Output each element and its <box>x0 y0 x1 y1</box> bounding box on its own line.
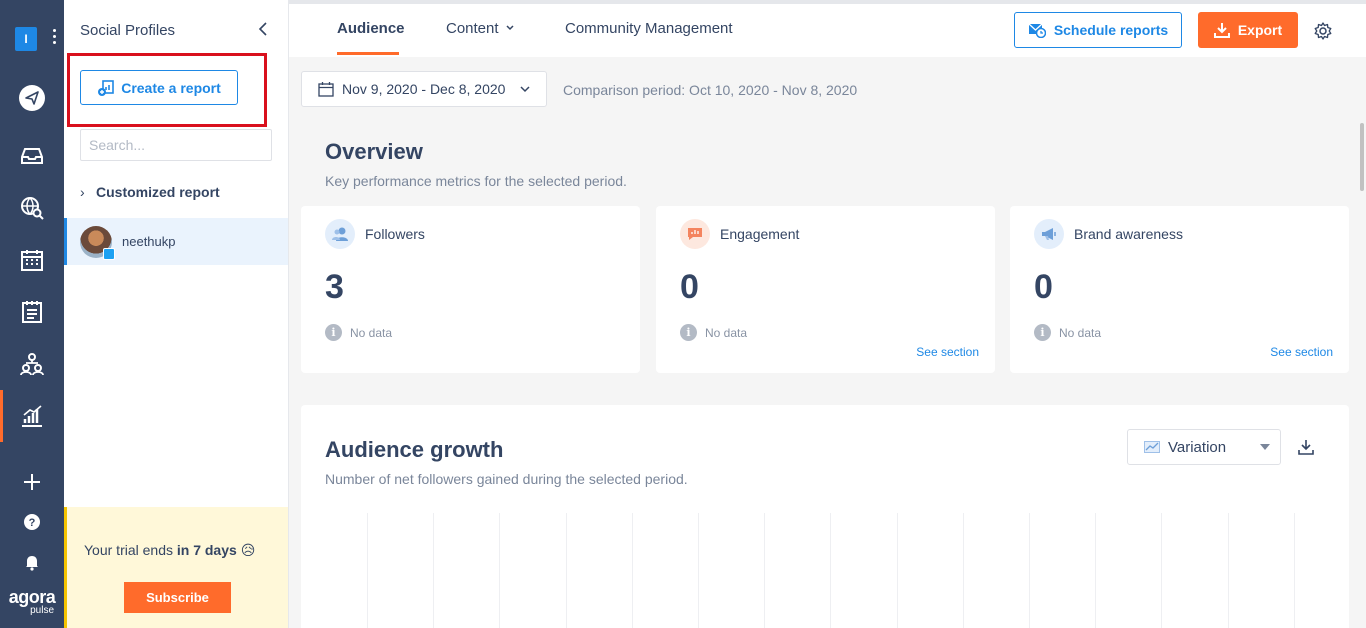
brand-awareness-label: Brand awareness <box>1074 226 1183 242</box>
download-chart-icon[interactable] <box>1297 438 1315 456</box>
chart-gridline <box>1029 513 1030 628</box>
sidebar-title: Social Profiles <box>80 22 176 39</box>
inbox-icon[interactable] <box>0 136 64 176</box>
area-chart-icon <box>1144 441 1160 453</box>
variation-value: Variation <box>1168 438 1227 456</box>
help-icon[interactable]: ? <box>0 502 64 542</box>
engagement-no-data: i No data <box>680 324 747 341</box>
workspace-menu-icon[interactable] <box>53 29 57 45</box>
twitter-icon <box>103 247 115 260</box>
subscribe-button[interactable]: Subscribe <box>124 582 231 613</box>
create-report-button[interactable]: Create a report <box>80 70 238 105</box>
calendar-icon[interactable] <box>0 240 64 280</box>
chevron-down-icon <box>506 25 514 31</box>
report-add-icon <box>98 79 115 96</box>
customized-report-toggle[interactable]: › Customized report <box>80 184 220 200</box>
chevron-right-icon: › <box>80 184 85 200</box>
chart-gridline <box>499 513 501 628</box>
chart-gridline <box>433 513 435 628</box>
scrollbar-thumb[interactable] <box>1360 123 1364 191</box>
paper-plane-icon[interactable] <box>0 78 64 118</box>
chart-gridline <box>1095 513 1097 628</box>
tab-audience[interactable]: Audience <box>337 20 405 37</box>
users-icon <box>325 219 355 249</box>
bell-icon[interactable] <box>0 542 64 582</box>
engagement-value: 0 <box>680 268 699 306</box>
globe-search-icon[interactable] <box>0 188 64 228</box>
followers-label: Followers <box>365 226 425 242</box>
calendar-icon <box>318 82 334 97</box>
report-main-area: Nov 9, 2020 - Dec 8, 2020 Comparison per… <box>289 57 1366 628</box>
overview-title: Overview <box>325 139 423 164</box>
profile-search-input[interactable]: Search... <box>80 129 272 161</box>
brand-awareness-no-data: i No data <box>1034 324 1101 341</box>
chart-gridline <box>631 513 633 628</box>
trial-banner: Your trial ends in 7 days 😥 Subscribe <box>64 507 288 628</box>
chart-gridline <box>1161 513 1163 628</box>
workspace-badge[interactable]: I <box>15 27 37 51</box>
chart-gridline <box>896 513 898 628</box>
engagement-label: Engagement <box>720 226 800 242</box>
scrollbar[interactable] <box>1356 57 1366 628</box>
main-nav-rail: I ? agora pulse <box>0 0 64 628</box>
chart-gridline <box>367 513 368 628</box>
schedule-mail-icon <box>1028 23 1046 38</box>
svg-text:?: ? <box>29 517 36 529</box>
tab-content[interactable]: Content <box>446 20 515 37</box>
audience-growth-subtitle: Number of net followers gained during th… <box>325 471 688 487</box>
reports-chart-icon[interactable] <box>0 396 64 436</box>
date-range-value: Nov 9, 2020 - Dec 8, 2020 <box>342 81 506 97</box>
engagement-card: Engagement 0 i No data See section <box>656 206 995 373</box>
brand-awareness-value: 0 <box>1034 268 1053 306</box>
audience-growth-panel: Audience growth Number of net followers … <box>301 405 1349 628</box>
customized-report-label: Customized report <box>96 184 220 200</box>
chart-gridline <box>962 513 964 628</box>
followers-card: Followers 3 i No data <box>301 206 640 373</box>
profile-name: neethukp <box>122 234 176 249</box>
audience-growth-title: Audience growth <box>325 437 504 462</box>
avatar <box>80 225 115 260</box>
comparison-period: Comparison period: Oct 10, 2020 - Nov 8,… <box>563 82 858 98</box>
info-icon: i <box>325 324 342 341</box>
chat-bubble-icon <box>680 219 710 249</box>
audience-growth-chart-grid <box>367 513 1297 628</box>
info-icon: i <box>680 324 697 341</box>
engagement-see-section-link[interactable]: See section <box>916 345 979 359</box>
brand-awareness-see-section-link[interactable]: See section <box>1270 345 1333 359</box>
agorapulse-logo: agora pulse <box>8 587 56 616</box>
download-icon <box>1213 23 1230 38</box>
notes-icon[interactable] <box>0 292 64 332</box>
active-tab-indicator <box>337 52 399 55</box>
chart-gridline <box>1293 513 1295 628</box>
users-network-icon[interactable] <box>0 344 64 384</box>
sad-face-icon: 😥 <box>240 542 256 558</box>
brand-awareness-card: Brand awareness 0 i No data See section <box>1010 206 1349 373</box>
trial-text: Your trial ends in 7 days 😥 <box>84 542 256 558</box>
chart-gridline <box>830 513 832 628</box>
overview-subtitle: Key performance metrics for the selected… <box>325 173 627 189</box>
profile-item[interactable]: neethukp <box>64 218 288 265</box>
create-report-label: Create a report <box>121 79 221 96</box>
plus-icon[interactable] <box>0 462 64 502</box>
export-button[interactable]: Export <box>1198 12 1298 48</box>
date-range-picker[interactable]: Nov 9, 2020 - Dec 8, 2020 <box>301 71 547 107</box>
variation-select[interactable]: Variation <box>1127 429 1281 465</box>
social-profiles-sidebar: Social Profiles Create a report Search..… <box>64 0 289 628</box>
gear-icon[interactable] <box>1313 21 1333 41</box>
chart-gridline <box>565 513 567 628</box>
report-tabs-bar: Audience Content Community Management Sc… <box>289 0 1366 57</box>
info-icon: i <box>1034 324 1051 341</box>
chart-gridline <box>1227 513 1229 628</box>
collapse-sidebar-icon[interactable] <box>256 20 270 43</box>
chevron-down-icon <box>520 86 530 93</box>
followers-no-data: i No data <box>325 324 392 341</box>
caret-down-icon <box>1260 444 1270 450</box>
schedule-reports-button[interactable]: Schedule reports <box>1014 12 1182 48</box>
followers-value: 3 <box>325 268 344 306</box>
chart-gridline <box>764 513 766 628</box>
chart-gridline <box>698 513 699 628</box>
megaphone-icon <box>1034 219 1064 249</box>
tab-community-management[interactable]: Community Management <box>565 20 733 37</box>
